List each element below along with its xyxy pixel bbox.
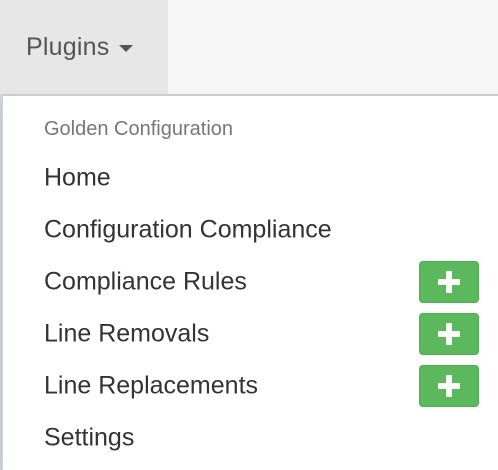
dropdown-header-golden-configuration: Golden Configuration (44, 118, 234, 140)
menu-item-label: Home (44, 163, 111, 192)
menu-item-compliance-rules[interactable]: Compliance Rules (3, 256, 497, 308)
navbar: Plugins (0, 0, 498, 94)
menu-item-line-removals[interactable]: Line Removals (3, 308, 497, 360)
plugins-dropdown-menu: Golden Configuration Home Configuration … (2, 94, 498, 470)
menu-item-label: Configuration Compliance (44, 215, 332, 244)
plus-icon (438, 375, 460, 397)
plugins-menu-label: Plugins (26, 32, 110, 61)
menu-item-label: Line Replacements (44, 371, 259, 400)
menu-item-label: Line Removals (44, 319, 210, 348)
menu-item-label: Compliance Rules (44, 267, 247, 296)
menu-item-label: Settings (44, 423, 135, 452)
menu-item-configuration-compliance[interactable]: Configuration Compliance (3, 204, 497, 256)
menu-item-settings[interactable]: Settings (3, 412, 497, 464)
menu-item-home[interactable]: Home (3, 152, 497, 204)
plus-icon (438, 323, 460, 345)
add-line-removal-button[interactable] (419, 313, 479, 355)
app-root: Plugins Golden Configuration Home Config… (0, 0, 498, 470)
plus-icon (438, 271, 460, 293)
add-line-replacement-button[interactable] (419, 365, 479, 407)
plugins-menu-toggle[interactable]: Plugins (0, 0, 168, 94)
add-compliance-rule-button[interactable] (419, 261, 479, 303)
menu-item-line-replacements[interactable]: Line Replacements (3, 360, 497, 412)
caret-down-icon (119, 45, 134, 52)
